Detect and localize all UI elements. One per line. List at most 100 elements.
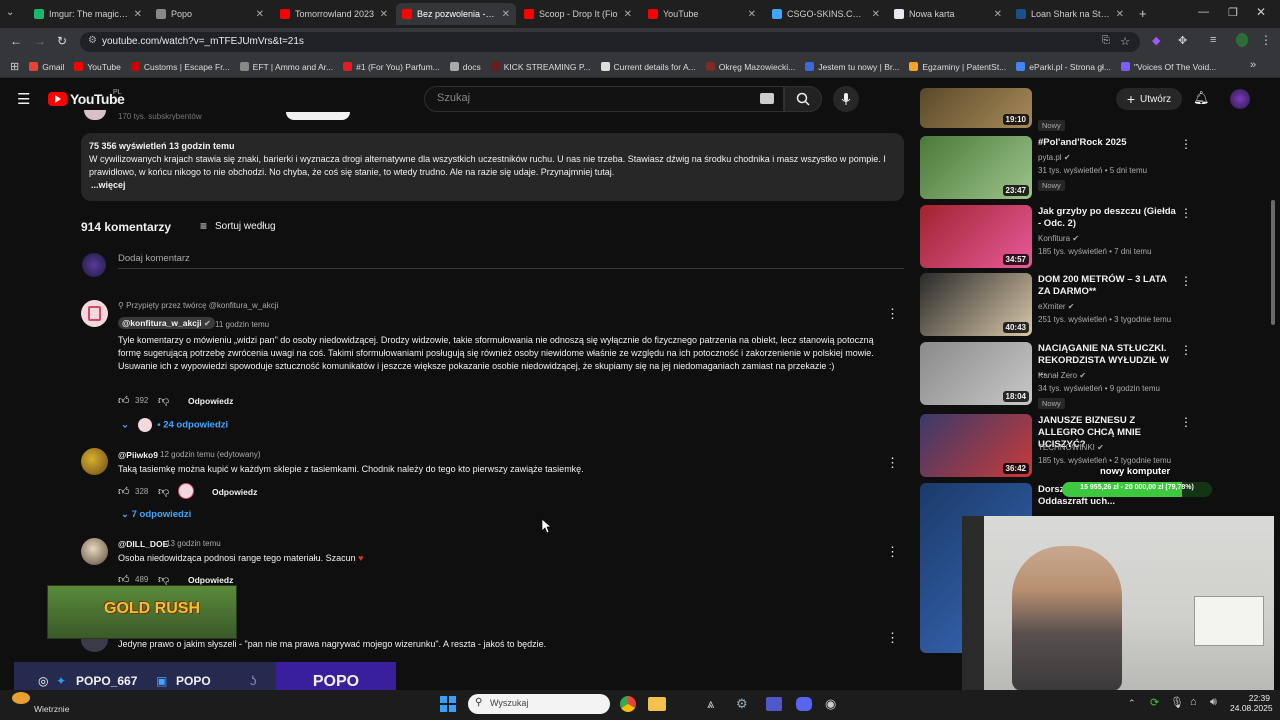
tab-close-icon[interactable]: ✕ bbox=[134, 9, 142, 20]
minimize-button[interactable]: — bbox=[1198, 6, 1209, 18]
dislike-icon[interactable]: 👎︎ bbox=[158, 394, 169, 407]
obs-icon[interactable]: ◉ bbox=[825, 696, 836, 712]
browser-tab[interactable]: Tomorrowland 2023 ✕ bbox=[274, 3, 394, 25]
maximize-button[interactable]: ❐ bbox=[1228, 6, 1238, 19]
recommended-video-thumbnail[interactable]: 40:43 bbox=[920, 273, 1032, 336]
video-description[interactable]: 75 356 wyświetleń 13 godzin temu W cywil… bbox=[81, 133, 904, 201]
tab-close-icon[interactable]: ✕ bbox=[748, 9, 756, 20]
add-comment-input[interactable]: Dodaj komentarz bbox=[118, 253, 904, 269]
bookmark-item[interactable]: eParki.pl - Strona gł... bbox=[1016, 62, 1111, 72]
show-replies-button[interactable]: ⌄ 7 odpowiedzi bbox=[121, 509, 191, 520]
more-bookmarks-icon[interactable]: » bbox=[1250, 59, 1256, 71]
account-avatar[interactable] bbox=[1230, 89, 1250, 109]
recommended-video-thumbnail[interactable]: 34:57 bbox=[920, 205, 1032, 268]
browser-tab[interactable]: Scoop - Drop It (Fio ✕ bbox=[518, 3, 638, 25]
recommended-video-thumbnail[interactable]: 18:04 bbox=[920, 342, 1032, 405]
comment-avatar[interactable] bbox=[81, 300, 108, 327]
network-icon[interactable]: ⌂ bbox=[1190, 696, 1197, 708]
reply-button[interactable]: Odpowiedz bbox=[188, 575, 233, 585]
bookmark-item[interactable]: Current details for A... bbox=[600, 62, 696, 72]
recommended-video-channel[interactable]: Kanał Zero ✔ bbox=[1038, 371, 1086, 380]
comment-author[interactable]: @Piiwko9 bbox=[118, 450, 158, 460]
comment-time[interactable]: 13 godzin temu bbox=[166, 539, 221, 548]
bookmark-item[interactable]: Egzaminy | PatentSt... bbox=[909, 62, 1006, 72]
comment-menu-icon[interactable]: ⋮ bbox=[886, 455, 899, 471]
bookmark-item[interactable]: docs bbox=[449, 62, 481, 72]
tab-close-icon[interactable]: ✕ bbox=[380, 9, 388, 20]
youtube-logo-icon[interactable] bbox=[48, 92, 67, 106]
bookmark-item[interactable]: YouTube bbox=[74, 62, 121, 72]
bookmark-star-icon[interactable]: ☆ bbox=[1120, 35, 1130, 48]
url-field[interactable]: ⚙ youtube.com/watch?v=_mTFEJUmVrs&t=21s … bbox=[80, 32, 1140, 52]
file-explorer-icon[interactable] bbox=[648, 697, 666, 711]
tab-close-icon[interactable]: ✕ bbox=[994, 9, 1002, 20]
weather-icon[interactable] bbox=[12, 692, 30, 704]
show-replies-button[interactable]: ⌄ • 24 odpowiedzi bbox=[121, 418, 228, 432]
browser-tab[interactable]: CSGO-SKINS.COM - ✕ bbox=[766, 3, 886, 25]
tray-expand-icon[interactable]: ⌃ bbox=[1128, 698, 1136, 709]
subscribe-button[interactable] bbox=[286, 112, 350, 120]
video-menu-icon[interactable]: ⋮ bbox=[1180, 415, 1192, 429]
recommended-video-channel[interactable]: eXmiter ✔ bbox=[1038, 302, 1075, 311]
video-menu-icon[interactable]: ⋮ bbox=[1180, 137, 1192, 151]
browser-tab[interactable]: Popo ✕ bbox=[150, 3, 270, 25]
recommended-video-channel[interactable]: TECHNOWINKI ✔ bbox=[1038, 443, 1104, 452]
like-icon[interactable]: 👍︎ bbox=[118, 485, 130, 498]
keyboard-icon[interactable] bbox=[760, 93, 774, 104]
mic-tray-icon[interactable]: 🎙︎ bbox=[1170, 696, 1184, 709]
tab-close-icon[interactable]: ✕ bbox=[1116, 9, 1124, 20]
tab-search-icon[interactable]: ⌄ bbox=[6, 7, 14, 18]
bookmark-item[interactable]: "Voices Of The Void... bbox=[1121, 62, 1216, 72]
browser-tab[interactable]: Nowa karta ✕ bbox=[888, 3, 1008, 25]
weather-text[interactable]: Wietrznie bbox=[34, 704, 69, 714]
comment-author[interactable]: @DILL_DOE bbox=[118, 539, 168, 549]
bookmark-item[interactable]: Gmail bbox=[29, 62, 64, 72]
clock[interactable]: 22:39 24.08.2025 bbox=[1230, 693, 1273, 713]
teams-icon[interactable] bbox=[766, 697, 782, 711]
back-button[interactable]: ← bbox=[10, 34, 22, 48]
reload-button[interactable]: ↻ bbox=[57, 34, 67, 48]
like-icon[interactable]: 👍︎ bbox=[118, 394, 130, 407]
comment-menu-icon[interactable]: ⋮ bbox=[886, 306, 899, 322]
close-window-button[interactable]: ✕ bbox=[1256, 5, 1266, 19]
recommended-video-channel[interactable]: pyta.pl ✔ bbox=[1038, 153, 1071, 162]
discord-icon[interactable] bbox=[796, 697, 812, 711]
reply-button[interactable]: Odpowiedz bbox=[212, 487, 257, 497]
recommended-video-title[interactable]: #Pol'and'Rock 2025 bbox=[1038, 137, 1178, 149]
media-control-icon[interactable]: ≡ bbox=[1210, 34, 1216, 46]
browser-tab[interactable]: Loan Shark na Steam ✕ bbox=[1010, 3, 1130, 25]
sort-comments-button[interactable]: ≡ Sortuj według bbox=[200, 219, 276, 233]
windows-start-icon[interactable] bbox=[440, 696, 456, 712]
bookmark-item[interactable]: Okręg Mazowiecki... bbox=[705, 62, 795, 72]
create-button[interactable]: + Utwórz bbox=[1116, 88, 1182, 110]
video-menu-icon[interactable]: ⋮ bbox=[1180, 274, 1192, 288]
browser-menu-icon[interactable]: ⋮ bbox=[1260, 33, 1272, 47]
comment-menu-icon[interactable]: ⋮ bbox=[886, 630, 899, 646]
recommended-video-thumbnail[interactable]: 19:10 bbox=[920, 88, 1032, 128]
bookmark-item[interactable]: #1 (For You) Parfum... bbox=[343, 62, 440, 72]
volume-icon[interactable]: 🔊︎ bbox=[1210, 696, 1217, 709]
recommended-video-thumbnail[interactable]: 23:47 bbox=[920, 136, 1032, 199]
apps-grid-icon[interactable]: ⊞ bbox=[10, 60, 19, 73]
bookmark-item[interactable]: KICK STREAMING P... bbox=[490, 62, 591, 72]
browser-tab[interactable]: Imgur: The magic of t ✕ bbox=[28, 3, 148, 25]
install-app-icon[interactable]: ⎘ bbox=[1102, 35, 1110, 46]
tray-app-icon[interactable]: ⟳ bbox=[1150, 696, 1159, 709]
video-menu-icon[interactable]: ⋮ bbox=[1180, 206, 1192, 220]
comment-time[interactable]: 11 godzin temu bbox=[215, 320, 269, 329]
site-info-icon[interactable]: ⚙ bbox=[88, 35, 97, 46]
dislike-icon[interactable]: 👎︎ bbox=[158, 485, 169, 498]
tab-close-icon[interactable]: ✕ bbox=[502, 9, 510, 20]
tab-close-icon[interactable]: ✕ bbox=[872, 9, 880, 20]
app-icon[interactable]: ⩓ bbox=[707, 696, 714, 712]
new-tab-button[interactable]: + bbox=[1139, 6, 1147, 21]
page-scrollbar[interactable] bbox=[1271, 200, 1275, 325]
comment-avatar[interactable] bbox=[81, 538, 108, 565]
bookmark-item[interactable]: Customs | Escape Fr... bbox=[130, 62, 230, 72]
voice-search-button[interactable] bbox=[833, 86, 859, 112]
recommended-video-title[interactable]: Jak grzyby po deszczu (Giełda - Odc. 2) bbox=[1038, 206, 1178, 230]
recommended-video-thumbnail[interactable]: 36:42 bbox=[920, 414, 1032, 477]
show-more-link[interactable]: ...więcej bbox=[89, 179, 896, 192]
hamburger-menu-icon[interactable]: ☰ bbox=[17, 90, 30, 108]
bookmark-item[interactable]: EFT | Ammo and Ar... bbox=[239, 62, 333, 72]
